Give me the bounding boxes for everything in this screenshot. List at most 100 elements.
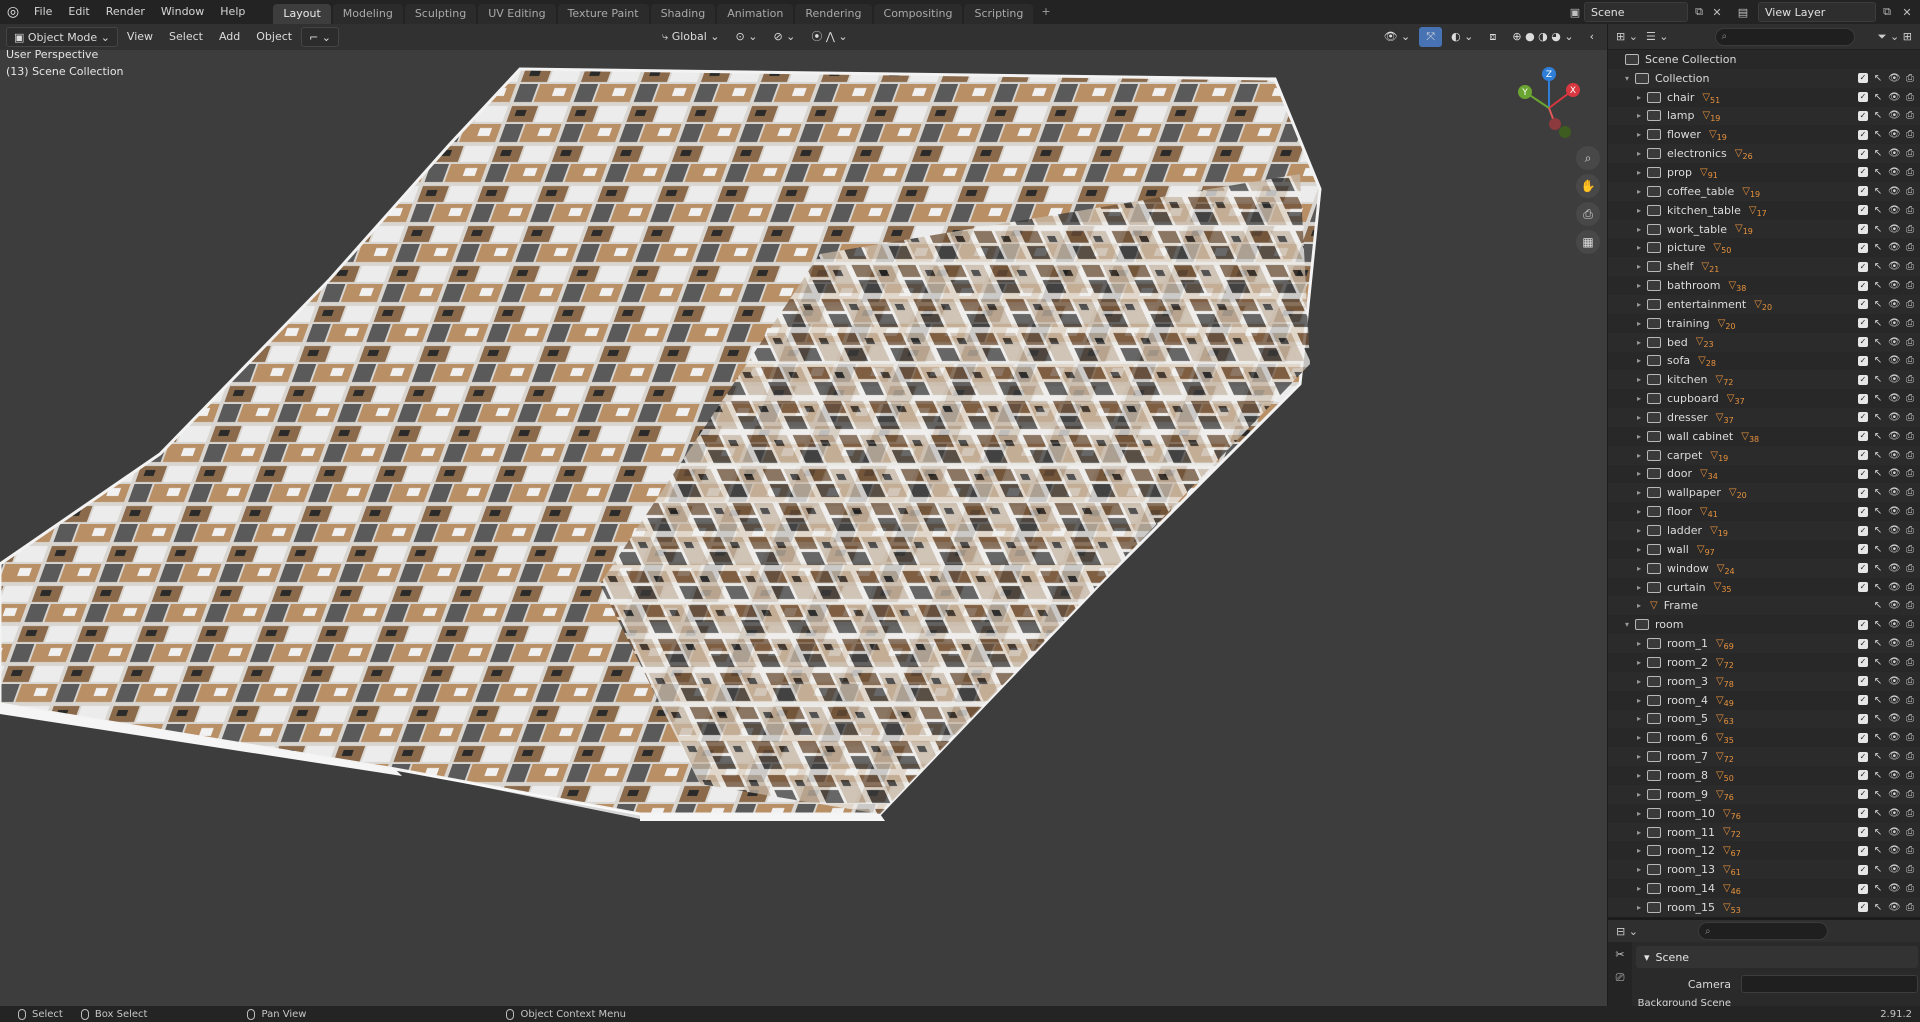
eye-icon[interactable]: 👁 [1888, 337, 1901, 348]
outliner-item-curtain[interactable]: ▸ curtain ▽35 ✓ ↖ 👁 ⎙ [1608, 578, 1920, 597]
selectable-icon[interactable]: ↖ [1872, 732, 1884, 743]
navigation-gizmo[interactable]: Z X Y [1509, 62, 1589, 142]
collapse-arrow-icon[interactable]: ▸ [1634, 526, 1644, 535]
outliner-item-flower[interactable]: ▸ flower ▽19 ✓ ↖ 👁 ⎙ [1608, 125, 1920, 144]
outliner-item-cupboard[interactable]: ▸ cupboard ▽37 ✓ ↖ 👁 ⎙ [1608, 389, 1920, 408]
exclude-checkbox[interactable]: ✓ [1858, 318, 1868, 329]
camera-render-icon[interactable]: ⎙ [1904, 883, 1916, 894]
selectable-icon[interactable]: ↖ [1872, 487, 1884, 498]
selectable-icon[interactable]: ↖ [1872, 563, 1884, 574]
eye-icon[interactable]: 👁 [1888, 732, 1901, 743]
outliner-item-electronics[interactable]: ▸ electronics ▽26 ✓ ↖ 👁 ⎙ [1608, 144, 1920, 164]
outliner-item-room-7[interactable]: ▸ room_7 ▽72 ✓ ↖ 👁 ⎙ [1608, 747, 1920, 767]
collapse-arrow-icon[interactable]: ‹ [1583, 27, 1601, 47]
camera-render-icon[interactable]: ⎙ [1904, 355, 1916, 366]
exclude-checkbox[interactable]: ✓ [1858, 770, 1868, 781]
selectable-icon[interactable]: ↖ [1872, 261, 1884, 272]
camera-render-icon[interactable]: ⎙ [1904, 431, 1916, 442]
scene-icon[interactable]: ▣ [1566, 3, 1584, 21]
camera-render-icon[interactable]: ⎙ [1904, 242, 1916, 253]
eye-icon[interactable]: 👁 [1888, 318, 1901, 329]
outliner-item-window[interactable]: ▸ window ▽24 ✓ ↖ 👁 ⎙ [1608, 558, 1920, 578]
selectable-icon[interactable]: ↖ [1872, 280, 1884, 291]
expand-arrow-icon[interactable]: ▾ [1622, 74, 1632, 83]
duplicate-scene-icon[interactable]: ⧉ [1690, 3, 1708, 21]
eye-icon[interactable]: 👁 [1888, 242, 1901, 253]
selectable-icon[interactable]: ↖ [1872, 374, 1884, 385]
outliner-item-prop[interactable]: ▸ prop ▽91 ✓ ↖ 👁 ⎙ [1608, 163, 1920, 182]
collapse-arrow-icon[interactable]: ▸ [1634, 206, 1644, 215]
properties-search-input[interactable]: ⌕ [1697, 922, 1828, 940]
exclude-checkbox[interactable]: ✓ [1858, 412, 1868, 423]
camera-render-icon[interactable]: ⎙ [1904, 318, 1916, 329]
collapse-arrow-icon[interactable]: ▸ [1634, 790, 1644, 799]
pivot-point-button[interactable]: ⊙ ⌄ [729, 27, 765, 47]
collapse-arrow-icon[interactable]: ▸ [1634, 752, 1644, 761]
exclude-checkbox[interactable]: ✓ [1858, 468, 1868, 479]
selectable-icon[interactable]: ↖ [1872, 582, 1884, 593]
exclude-checkbox[interactable]: ✓ [1858, 732, 1868, 743]
tool-tab-icon[interactable]: ✂ [1608, 948, 1632, 961]
collapse-arrow-icon[interactable]: ▸ [1634, 187, 1644, 196]
object-mode-dropdown[interactable]: ▣ Object Mode ⌄ [6, 27, 118, 47]
outliner-item-room-12[interactable]: ▸ room_12 ▽67 ✓ ↖ 👁 ⎙ [1608, 841, 1920, 860]
collapse-arrow-icon[interactable]: ▸ [1634, 243, 1644, 252]
selectable-icon[interactable]: ↖ [1872, 242, 1884, 253]
selectable-icon[interactable]: ↖ [1872, 167, 1884, 178]
selectable-icon[interactable]: ↖ [1872, 506, 1884, 517]
selectable-icon[interactable]: ↖ [1872, 845, 1884, 856]
camera-render-icon[interactable]: ⎙ [1904, 280, 1916, 291]
camera-render-icon[interactable]: ⎙ [1904, 525, 1916, 536]
eye-icon[interactable]: 👁 [1888, 600, 1901, 611]
camera-render-icon[interactable]: ⎙ [1904, 789, 1916, 800]
camera-render-icon[interactable]: ⎙ [1904, 148, 1916, 159]
eye-icon[interactable]: 👁 [1888, 827, 1901, 838]
eye-icon[interactable]: 👁 [1888, 902, 1901, 913]
camera-render-icon[interactable]: ⎙ [1904, 450, 1916, 461]
outliner-item-door[interactable]: ▸ door ▽34 ✓ ↖ 👁 ⎙ [1608, 465, 1920, 484]
collapse-arrow-icon[interactable]: ▸ [1634, 111, 1644, 120]
selectable-icon[interactable]: ↖ [1872, 713, 1884, 724]
exclude-checkbox[interactable]: ✓ [1858, 393, 1868, 404]
collapse-arrow-icon[interactable]: ▸ [1634, 903, 1644, 912]
menu-edit[interactable]: Edit [60, 0, 97, 24]
collapse-arrow-icon[interactable]: ▸ [1634, 771, 1644, 780]
collapse-arrow-icon[interactable]: ▸ [1634, 281, 1644, 290]
collapse-arrow-icon[interactable]: ▸ [1634, 262, 1644, 271]
viewport-menu-view[interactable]: View [120, 27, 160, 47]
collapse-arrow-icon[interactable]: ▸ [1634, 356, 1644, 365]
selectable-icon[interactable]: ↖ [1872, 129, 1884, 140]
outliner-item-dresser[interactable]: ▸ dresser ▽37 ✓ ↖ 👁 ⎙ [1608, 408, 1920, 427]
exclude-checkbox[interactable]: ✓ [1858, 582, 1868, 593]
tab-layout[interactable]: Layout [273, 4, 331, 24]
outliner-item-kitchen-table[interactable]: ▸ kitchen_table ▽17 ✓ ↖ 👁 ⎙ [1608, 201, 1920, 220]
selectable-icon[interactable]: ↖ [1872, 619, 1884, 630]
shading-modes[interactable]: ⊕ ● ◑ ◕ ⌄ [1505, 27, 1580, 47]
close-view-layer-icon[interactable]: ✕ [1898, 3, 1916, 21]
outliner-item-training[interactable]: ▸ training ▽20 ✓ ↖ 👁 ⎙ [1608, 314, 1920, 333]
camera-render-icon[interactable]: ⎙ [1904, 657, 1916, 668]
exclude-checkbox[interactable]: ✓ [1858, 205, 1868, 216]
outliner-item-room-10[interactable]: ▸ room_10 ▽76 ✓ ↖ 👁 ⎙ [1608, 804, 1920, 823]
exclude-checkbox[interactable]: ✓ [1858, 110, 1868, 121]
tab-animation[interactable]: Animation [717, 4, 794, 24]
eye-icon[interactable]: 👁 [1888, 864, 1901, 875]
selectable-icon[interactable]: ↖ [1872, 864, 1884, 875]
exclude-checkbox[interactable]: ✓ [1858, 713, 1868, 724]
xray-button[interactable]: ⧈ [1482, 27, 1503, 47]
eye-icon[interactable]: 👁 [1888, 110, 1901, 121]
scene-panel-header[interactable]: ▾ Scene [1636, 946, 1918, 968]
outliner-item-wall-cabinet[interactable]: ▸ wall cabinet ▽38 ✓ ↖ 👁 ⎙ [1608, 427, 1920, 446]
camera-render-icon[interactable]: ⎙ [1904, 186, 1916, 197]
eye-icon[interactable]: 👁 [1888, 468, 1901, 479]
eye-icon[interactable]: 👁 [1888, 525, 1901, 536]
eye-icon[interactable]: 👁 [1888, 299, 1901, 310]
exclude-checkbox[interactable]: ✓ [1858, 299, 1868, 310]
camera-render-icon[interactable]: ⎙ [1904, 770, 1916, 781]
eye-icon[interactable]: 👁 [1888, 883, 1901, 894]
eye-icon[interactable]: 👁 [1888, 695, 1901, 706]
camera-render-icon[interactable]: ⎙ [1904, 205, 1916, 216]
selectable-icon[interactable]: ↖ [1872, 393, 1884, 404]
eye-icon[interactable]: 👁 [1888, 205, 1901, 216]
display-mode-icon[interactable]: ☰ ⌄ [1646, 30, 1669, 43]
